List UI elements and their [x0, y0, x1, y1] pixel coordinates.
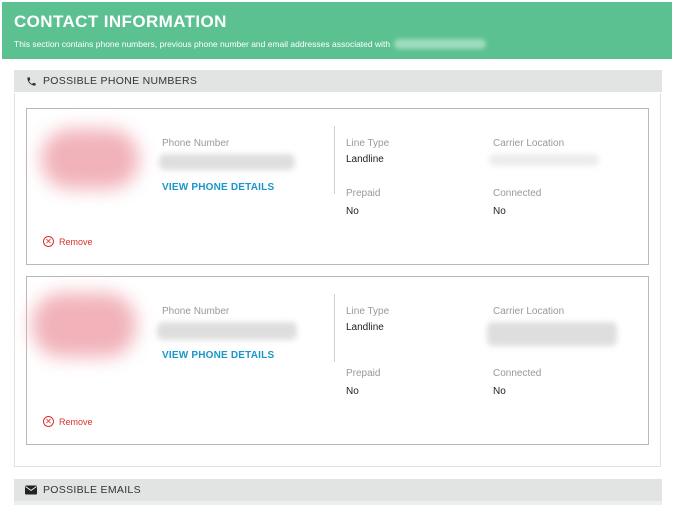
- remove-label: Remove: [59, 236, 93, 247]
- line-type-value: Landline: [346, 154, 384, 165]
- page-title: CONTACT INFORMATION: [14, 12, 227, 31]
- contact-information-header: CONTACT INFORMATION This section contain…: [2, 2, 672, 59]
- redacted-carrier-location: [489, 154, 599, 166]
- phone-number-label: Phone Number: [162, 306, 230, 317]
- email-section-header: POSSIBLE EMAILS: [14, 479, 662, 501]
- prepaid-label: Prepaid: [346, 188, 381, 199]
- column-divider: [334, 126, 335, 194]
- section-bottom-edge: [14, 501, 662, 505]
- line-type-value: Landline: [346, 322, 384, 333]
- phone-card: Phone Number VIEW PHONE DETAILS Line Typ…: [26, 276, 649, 445]
- phone-section-header: POSSIBLE PHONE NUMBERS: [14, 70, 662, 92]
- envelope-icon: [24, 485, 38, 495]
- redacted-avatar: [32, 293, 136, 357]
- connected-value: No: [493, 206, 506, 217]
- redacted-name: [394, 39, 487, 49]
- phone-number-label: Phone Number: [162, 138, 230, 149]
- phone-card: Phone Number VIEW PHONE DETAILS Line Typ…: [26, 108, 649, 265]
- view-phone-details-link[interactable]: VIEW PHONE DETAILS: [162, 182, 274, 193]
- remove-label: Remove: [59, 416, 93, 427]
- prepaid-value: No: [346, 386, 359, 397]
- redacted-carrier-location: [487, 322, 617, 346]
- phone-section-title: POSSIBLE PHONE NUMBERS: [43, 75, 198, 87]
- view-phone-details-link[interactable]: VIEW PHONE DETAILS: [162, 350, 274, 361]
- prepaid-value: No: [346, 206, 359, 217]
- remove-x-icon: ✕: [43, 416, 54, 427]
- line-type-label: Line Type: [346, 138, 390, 149]
- phone-icon: [24, 76, 38, 87]
- email-section-title: POSSIBLE EMAILS: [43, 484, 141, 496]
- remove-button[interactable]: ✕ Remove: [43, 416, 93, 427]
- column-divider: [334, 294, 335, 362]
- connected-label: Connected: [493, 188, 542, 199]
- connected-value: No: [493, 386, 506, 397]
- connected-label: Connected: [493, 368, 542, 379]
- contact-information-page: CONTACT INFORMATION This section contain…: [0, 0, 679, 505]
- remove-button[interactable]: ✕ Remove: [43, 236, 93, 247]
- redacted-phone-number: [159, 154, 295, 170]
- line-type-label: Line Type: [346, 306, 390, 317]
- subtitle-text: This section contains phone numbers, pre…: [14, 39, 391, 49]
- redacted-phone-number: [157, 322, 297, 340]
- remove-x-icon: ✕: [43, 236, 54, 247]
- carrier-location-label: Carrier Location: [493, 306, 565, 317]
- carrier-location-label: Carrier Location: [493, 138, 565, 149]
- prepaid-label: Prepaid: [346, 368, 381, 379]
- redacted-avatar: [41, 129, 139, 189]
- page-subtitle: This section contains phone numbers, pre…: [14, 39, 660, 49]
